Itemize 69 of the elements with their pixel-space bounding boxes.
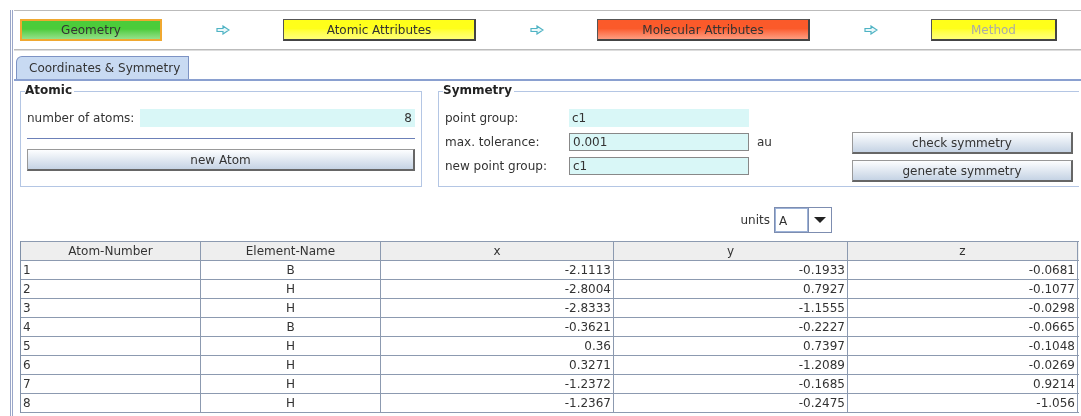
table-cell: 0.7397 <box>614 337 848 355</box>
table-cell: 2 <box>21 280 201 298</box>
table-cell: -0.2475 <box>614 394 848 412</box>
group-title: Symmetry <box>443 83 515 97</box>
workflow-step-button[interactable]: Atomic Attributes <box>283 19 476 41</box>
table-cell: -1.2372 <box>381 375 614 393</box>
table-cell: 5 <box>21 337 201 355</box>
units-label: units <box>740 213 770 227</box>
table-cell: -0.1077 <box>848 280 1078 298</box>
table-cell: -0.1685 <box>614 375 848 393</box>
table-cell: -0.0665 <box>848 318 1078 336</box>
table-cell: -0.0681 <box>848 261 1078 279</box>
table-cell: -2.8333 <box>381 299 614 317</box>
table-cell: H <box>201 299 381 317</box>
column-header[interactable]: x <box>381 242 614 260</box>
table-cell: 4 <box>21 318 201 336</box>
table-cell: 6 <box>21 356 201 374</box>
value-field: c1 <box>569 109 749 127</box>
field-label: point group: <box>445 111 520 125</box>
table-cell: H <box>201 375 381 393</box>
unit-label: au <box>757 135 772 149</box>
table-cell: H <box>201 356 381 374</box>
column-header[interactable]: Atom-Number <box>21 242 201 260</box>
field-label: new point group: <box>445 159 548 173</box>
table-cell: B <box>201 318 381 336</box>
table-cell: -0.0298 <box>848 299 1078 317</box>
table-cell: 3 <box>21 299 201 317</box>
table-cell: 8 <box>21 394 201 412</box>
value-field: 8 <box>140 109 415 127</box>
symmetry-button[interactable]: generate symmetry <box>852 160 1073 182</box>
new-atom-button[interactable]: new Atom <box>27 149 415 171</box>
table-cell: -0.3621 <box>381 318 614 336</box>
column-header[interactable]: z <box>848 242 1078 260</box>
table-cell: 0.3271 <box>381 356 614 374</box>
table-cell: -0.2227 <box>614 318 848 336</box>
arrow-icon <box>215 25 230 35</box>
tab[interactable]: Coordinates & Symmetry <box>16 56 190 79</box>
caret-icon <box>814 217 826 223</box>
table-cell: -1.056 <box>848 394 1078 412</box>
table-cell: 0.36 <box>381 337 614 355</box>
field-label: max. tolerance: <box>445 135 541 149</box>
workflow-step-button[interactable]: Geometry <box>20 19 162 41</box>
column-header[interactable]: y <box>614 242 848 260</box>
table-cell: -1.2089 <box>614 356 848 374</box>
table-cell: -1.1555 <box>614 299 848 317</box>
workflow-step-button[interactable]: Molecular Attributes <box>597 19 810 41</box>
table-cell: 1 <box>21 261 201 279</box>
column-header[interactable]: Element-Name <box>201 242 381 260</box>
arrow-icon <box>863 25 878 35</box>
table-cell: -0.1048 <box>848 337 1078 355</box>
group-title: Atomic <box>25 83 74 97</box>
table-cell: -2.1113 <box>381 261 614 279</box>
tolerance-field[interactable]: 0.001 <box>569 133 749 151</box>
table-cell: 0.9214 <box>848 375 1078 393</box>
table-cell: -2.8004 <box>381 280 614 298</box>
point-group-field[interactable]: c1 <box>569 157 749 175</box>
table-cell: -0.1933 <box>614 261 848 279</box>
table-cell: -1.2367 <box>381 394 614 412</box>
arrow-icon <box>529 25 544 35</box>
table-cell: 7 <box>21 375 201 393</box>
table-cell: B <box>201 261 381 279</box>
table-cell: H <box>201 337 381 355</box>
units-dropdown[interactable]: A <box>774 207 832 233</box>
table-cell: 0.7927 <box>614 280 848 298</box>
table-cell: H <box>201 280 381 298</box>
table-cell: -0.0269 <box>848 356 1078 374</box>
symmetry-button[interactable]: check symmetry <box>852 132 1073 154</box>
table-cell: H <box>201 394 381 412</box>
field-label: number of atoms: <box>27 111 135 125</box>
